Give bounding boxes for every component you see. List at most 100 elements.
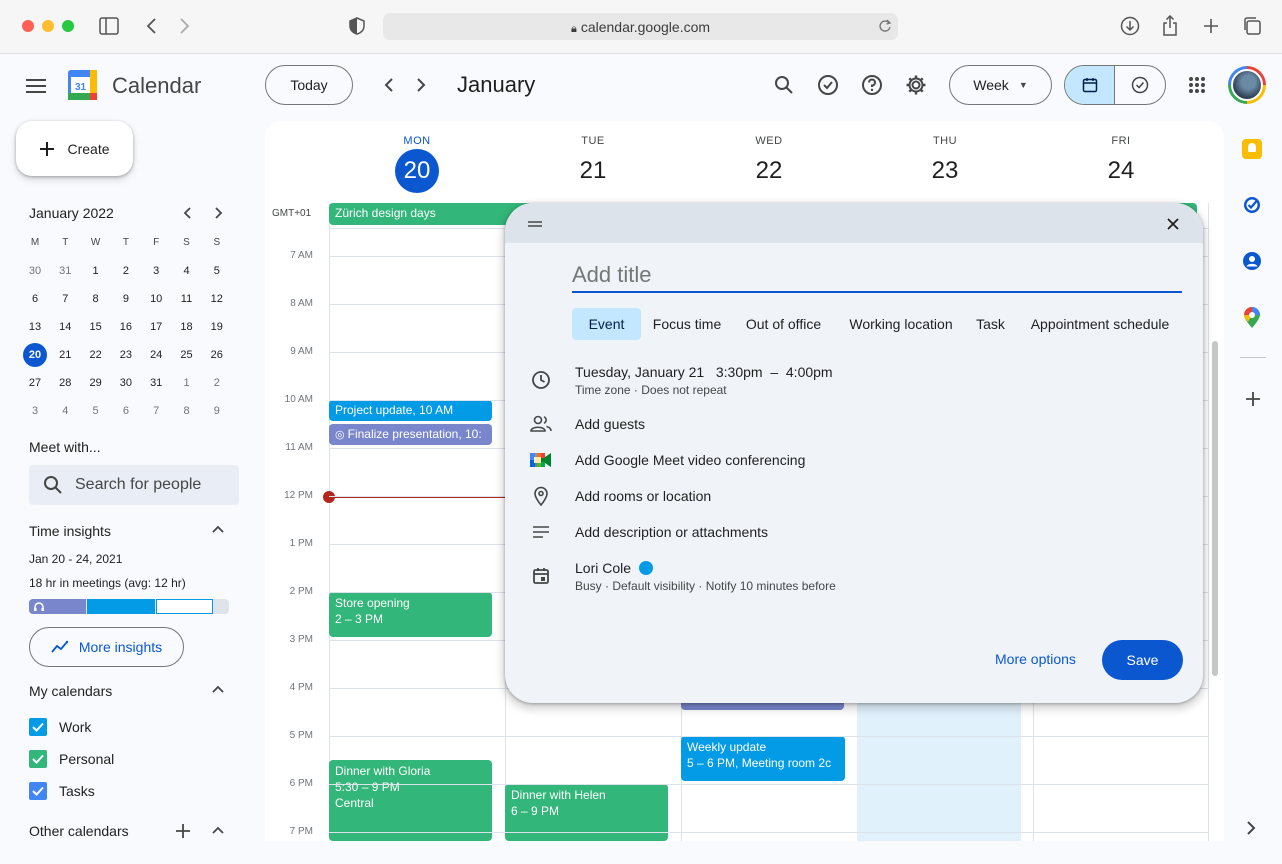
- mini-day[interactable]: 29: [81, 369, 111, 397]
- add-location[interactable]: Add rooms or location: [575, 488, 711, 504]
- tabs-overview-icon[interactable]: [1242, 16, 1262, 36]
- day-header-tue[interactable]: TUE 21: [505, 121, 681, 193]
- mini-day[interactable]: 25: [172, 341, 202, 369]
- minimize-window-button[interactable]: [42, 20, 54, 32]
- view-selector[interactable]: Week ▼: [949, 65, 1052, 105]
- add-calendar-icon[interactable]: [175, 823, 191, 839]
- calendar-item-work[interactable]: Work: [29, 715, 91, 739]
- add-description[interactable]: Add description or attachments: [575, 524, 768, 540]
- day-number[interactable]: 24: [1099, 149, 1143, 193]
- mini-prev-month-icon[interactable]: [178, 203, 198, 223]
- reload-icon[interactable]: [878, 19, 892, 33]
- collapse-insights-icon[interactable]: [211, 524, 225, 534]
- event-store-opening[interactable]: Store opening 2 – 3 PM: [329, 592, 492, 637]
- event-finalize-presentation[interactable]: ◎ Finalize presentation, 10:: [329, 424, 492, 445]
- calendar-item-personal[interactable]: Personal: [29, 747, 114, 771]
- close-window-button[interactable]: [22, 20, 34, 32]
- checkbox-checked-icon[interactable]: [29, 718, 47, 736]
- mini-day[interactable]: 6: [111, 397, 141, 425]
- contacts-icon[interactable]: [1242, 251, 1262, 271]
- mini-day[interactable]: 10: [141, 285, 171, 313]
- mini-day[interactable]: 11: [172, 285, 202, 313]
- collapse-my-calendars-icon[interactable]: [211, 684, 225, 694]
- mini-day[interactable]: 17: [141, 313, 171, 341]
- mini-day[interactable]: 3: [141, 257, 171, 285]
- day-header-wed[interactable]: WED 22: [681, 121, 857, 193]
- mini-day[interactable]: 27: [20, 369, 50, 397]
- mini-day[interactable]: 2: [202, 369, 232, 397]
- add-addon-icon[interactable]: [1245, 391, 1261, 407]
- help-icon[interactable]: [860, 73, 884, 97]
- event-weekly-update[interactable]: Weekly update 5 – 6 PM, Meeting room 2c: [681, 736, 845, 781]
- mini-day[interactable]: 7: [50, 285, 80, 313]
- mini-day[interactable]: 26: [202, 341, 232, 369]
- new-tab-icon[interactable]: [1202, 17, 1220, 35]
- add-meet[interactable]: Add Google Meet video conferencing: [575, 452, 805, 468]
- mini-day[interactable]: 5: [202, 257, 232, 285]
- week-scrollbar[interactable]: [1212, 341, 1218, 676]
- mini-day[interactable]: 13: [20, 313, 50, 341]
- event-title-input[interactable]: [572, 259, 1182, 293]
- mini-next-month-icon[interactable]: [208, 203, 228, 223]
- search-icon[interactable]: [772, 73, 796, 97]
- mini-day[interactable]: 19: [202, 313, 232, 341]
- mini-day[interactable]: 1: [81, 257, 111, 285]
- save-button[interactable]: Save: [1102, 640, 1183, 680]
- event-dinner-gloria[interactable]: Dinner with Gloria 5:30 – 9 PM Central: [329, 760, 492, 841]
- main-menu-icon[interactable]: [24, 74, 48, 98]
- mini-day[interactable]: 21: [50, 341, 80, 369]
- close-icon[interactable]: [1166, 217, 1180, 231]
- tab-event[interactable]: Event: [572, 308, 641, 340]
- download-icon[interactable]: [1120, 16, 1140, 36]
- create-button[interactable]: Create: [16, 121, 133, 176]
- previous-week-icon[interactable]: [379, 74, 399, 96]
- mini-day[interactable]: 3: [20, 397, 50, 425]
- mini-day[interactable]: 18: [172, 313, 202, 341]
- maps-pin-icon[interactable]: [1243, 307, 1261, 329]
- more-options-button[interactable]: More options: [995, 651, 1076, 667]
- tab-task[interactable]: Task: [972, 308, 1009, 340]
- search-people-field[interactable]: Search for people: [29, 465, 239, 505]
- mini-day[interactable]: 28: [50, 369, 80, 397]
- apps-grid-icon[interactable]: [1185, 73, 1209, 97]
- checkbox-checked-icon[interactable]: [29, 750, 47, 768]
- event-datetime-sub[interactable]: Time zone · Does not repeat: [575, 383, 727, 397]
- account-avatar[interactable]: [1228, 66, 1266, 104]
- tasks-view-toggle[interactable]: [1115, 66, 1165, 104]
- mini-day[interactable]: 31: [50, 257, 80, 285]
- mini-day[interactable]: 14: [50, 313, 80, 341]
- expand-panel-icon[interactable]: [1246, 821, 1256, 835]
- today-button[interactable]: Today: [265, 65, 353, 105]
- address-bar[interactable]: 🔒︎ calendar.google.com: [383, 13, 898, 40]
- dialog-drag-bar[interactable]: [505, 203, 1203, 243]
- collapse-other-calendars-icon[interactable]: [211, 825, 225, 835]
- mini-day[interactable]: 9: [111, 285, 141, 313]
- owner-color-dot[interactable]: [639, 561, 654, 575]
- back-icon[interactable]: [145, 17, 159, 35]
- checkbox-checked-icon[interactable]: [29, 782, 47, 800]
- tab-focus-time[interactable]: Focus time: [647, 308, 727, 340]
- mini-day[interactable]: 8: [172, 397, 202, 425]
- mini-day[interactable]: 12: [202, 285, 232, 313]
- mini-day[interactable]: 23: [111, 341, 141, 369]
- zoom-window-button[interactable]: [62, 20, 74, 32]
- mini-day[interactable]: 30: [111, 369, 141, 397]
- mini-day[interactable]: 20: [20, 341, 50, 369]
- day-header-thu[interactable]: THU 23: [857, 121, 1033, 193]
- support-check-icon[interactable]: [816, 73, 840, 97]
- shield-icon[interactable]: [349, 17, 365, 35]
- day-header-fri[interactable]: FRI 24: [1033, 121, 1209, 193]
- mini-day[interactable]: 9: [202, 397, 232, 425]
- forward-icon[interactable]: [177, 17, 191, 35]
- share-icon[interactable]: [1161, 15, 1179, 37]
- mini-day[interactable]: 6: [20, 285, 50, 313]
- drag-handle-icon[interactable]: [527, 220, 543, 228]
- mini-day[interactable]: 2: [111, 257, 141, 285]
- mini-day[interactable]: 15: [81, 313, 111, 341]
- mini-day[interactable]: 16: [111, 313, 141, 341]
- mini-day[interactable]: 22: [81, 341, 111, 369]
- mini-day[interactable]: 31: [141, 369, 171, 397]
- mini-day[interactable]: 4: [50, 397, 80, 425]
- mini-day[interactable]: 24: [141, 341, 171, 369]
- day-header-mon[interactable]: MON 20: [329, 121, 505, 193]
